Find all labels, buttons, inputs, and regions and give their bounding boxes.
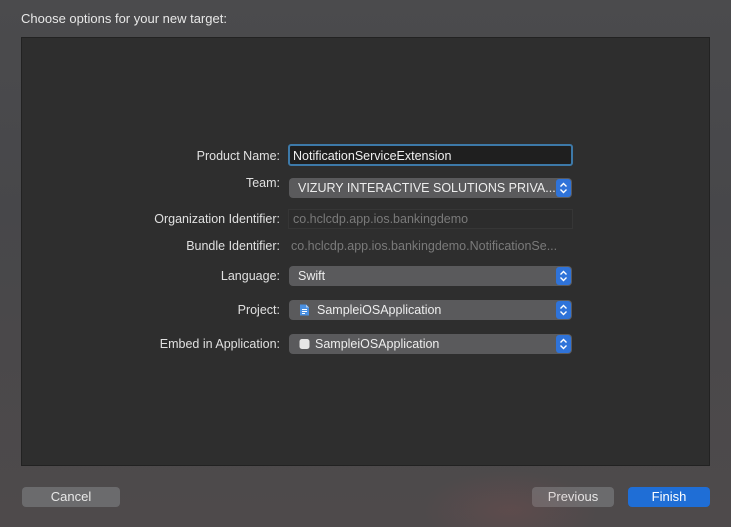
team-popup[interactable]: VIZURY INTERACTIVE SOLUTIONS PRIVA... [289, 178, 572, 198]
language-value: Swift [298, 269, 326, 283]
cancel-button[interactable]: Cancel [22, 487, 120, 507]
new-target-dialog: Choose options for your new target: Prod… [0, 0, 731, 527]
bundle-identifier-value: co.hclcdp.app.ios.bankingdemo.Notificati… [291, 239, 558, 253]
chevron-up-down-icon [556, 335, 571, 353]
embed-in-application-value: SampleiOSApplication [315, 337, 440, 351]
embed-in-application-popup[interactable]: SampleiOSApplication [289, 334, 572, 354]
chevron-up-down-icon [556, 301, 571, 319]
language-popup[interactable]: Swift [289, 266, 572, 286]
finish-button[interactable]: Finish [628, 487, 710, 507]
embed-in-application-label: Embed in Application: [159, 337, 280, 351]
chevron-up-down-icon [556, 179, 571, 197]
language-label: Language: [220, 269, 280, 283]
chevron-up-down-icon [556, 267, 571, 285]
dialog-title: Choose options for your new target: [21, 11, 227, 26]
project-popup[interactable]: SampleiOSApplication [289, 300, 572, 320]
project-label: Project: [237, 303, 280, 317]
organization-identifier-label: Organization Identifier: [154, 212, 280, 226]
bundle-identifier-label: Bundle Identifier: [186, 239, 280, 253]
team-value: VIZURY INTERACTIVE SOLUTIONS PRIVA... [298, 181, 556, 195]
organization-identifier-field[interactable]: co.hclcdp.app.ios.bankingdemo [288, 209, 573, 229]
project-value: SampleiOSApplication [317, 303, 442, 317]
product-name-label: Product Name: [196, 149, 280, 163]
team-label: Team: [245, 176, 280, 190]
project-file-icon [300, 304, 309, 316]
previous-button[interactable]: Previous [532, 487, 614, 507]
app-icon [299, 339, 310, 349]
product-name-input[interactable]: NotificationServiceExtension [288, 144, 573, 166]
